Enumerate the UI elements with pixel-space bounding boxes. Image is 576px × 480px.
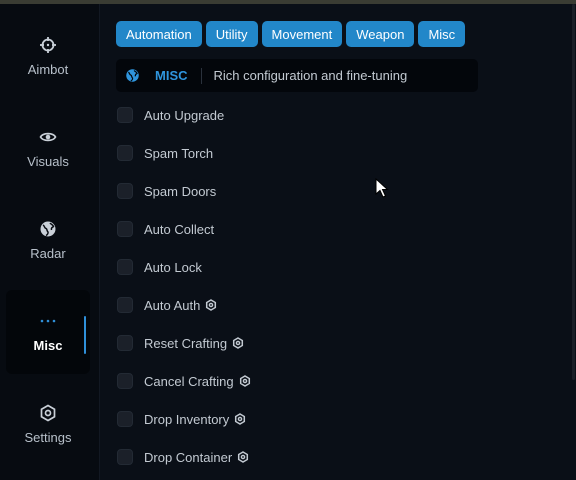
tab-movement[interactable]: Movement [261,21,343,47]
sidebar: Aimbot Visuals Radar Misc Settings [0,4,100,480]
settings-gear-icon[interactable] [234,413,246,425]
sidebar-item-visuals[interactable]: Visuals [6,106,90,190]
option-label: Drop Container [144,449,233,465]
sidebar-item-radar[interactable]: Radar [6,198,90,282]
checkbox[interactable] [117,259,133,275]
option-spam-torch[interactable]: Spam Torch [117,143,213,163]
checkbox[interactable] [117,411,133,427]
option-drop-container[interactable]: Drop Container [117,447,249,467]
option-label: Auto Lock [144,259,202,275]
option-label: Auto Auth [144,297,201,313]
settings-gear-icon[interactable] [232,337,244,349]
active-indicator [84,316,86,354]
tab-weapon[interactable]: Weapon [346,21,415,47]
option-label: Drop Inventory [144,411,230,427]
checkbox[interactable] [117,335,133,351]
sidebar-item-label: Settings [24,429,72,445]
eye-icon [39,128,57,146]
option-auto-auth[interactable]: Auto Auth [117,295,217,315]
sidebar-item-misc[interactable]: Misc [6,290,90,374]
option-label: Auto Collect [144,221,215,237]
option-drop-inventory[interactable]: Drop Inventory [117,409,246,429]
settings-gear-icon[interactable] [205,299,217,311]
checkbox[interactable] [117,145,133,161]
tab-utility[interactable]: Utility [205,21,258,47]
section-header: MISC Rich configuration and fine-tuning [116,59,478,92]
settings-gear-icon[interactable] [237,451,249,463]
sidebar-item-aimbot[interactable]: Aimbot [6,14,90,98]
checkbox[interactable] [117,449,133,465]
section-description: Rich configuration and fine-tuning [213,68,408,83]
checkbox[interactable] [117,297,133,313]
header-divider [200,67,202,84]
crosshair-icon [39,36,57,54]
option-cancel-crafting[interactable]: Cancel Crafting [117,371,251,391]
option-label: Spam Torch [144,145,214,161]
sidebar-item-label: Aimbot [27,61,69,77]
checkbox[interactable] [117,221,133,237]
option-auto-upgrade[interactable]: Auto Upgrade [117,105,224,125]
option-label: Auto Upgrade [144,107,225,123]
sidebar-item-label: Visuals [27,153,69,169]
sidebar-item-label: Radar [30,245,66,261]
globe-icon [39,220,57,238]
sidebar-item-label: Misc [33,337,63,353]
option-reset-crafting[interactable]: Reset Crafting [117,333,244,353]
option-label: Spam Doors [144,183,217,199]
mouse-cursor-icon [375,178,389,198]
dots-icon [39,312,57,330]
option-auto-collect[interactable]: Auto Collect [117,219,214,239]
option-spam-doors[interactable]: Spam Doors [117,181,216,201]
scrollbar[interactable] [572,4,575,380]
option-label: Reset Crafting [144,335,228,351]
option-auto-lock[interactable]: Auto Lock [117,257,202,277]
option-label: Cancel Crafting [144,373,234,389]
checkbox[interactable] [117,107,133,123]
section-title: MISC [155,68,188,83]
checkbox[interactable] [117,373,133,389]
tab-automation[interactable]: Automation [116,21,202,47]
gear-icon [39,404,57,422]
tab-bar: Automation Utility Movement Weapon Misc [116,21,466,47]
checkbox[interactable] [117,183,133,199]
globe-icon [125,68,140,83]
sidebar-item-settings[interactable]: Settings [6,382,90,466]
tab-misc[interactable]: Misc [418,21,466,47]
settings-gear-icon[interactable] [239,375,251,387]
main-panel: Automation Utility Movement Weapon Misc … [100,4,576,480]
